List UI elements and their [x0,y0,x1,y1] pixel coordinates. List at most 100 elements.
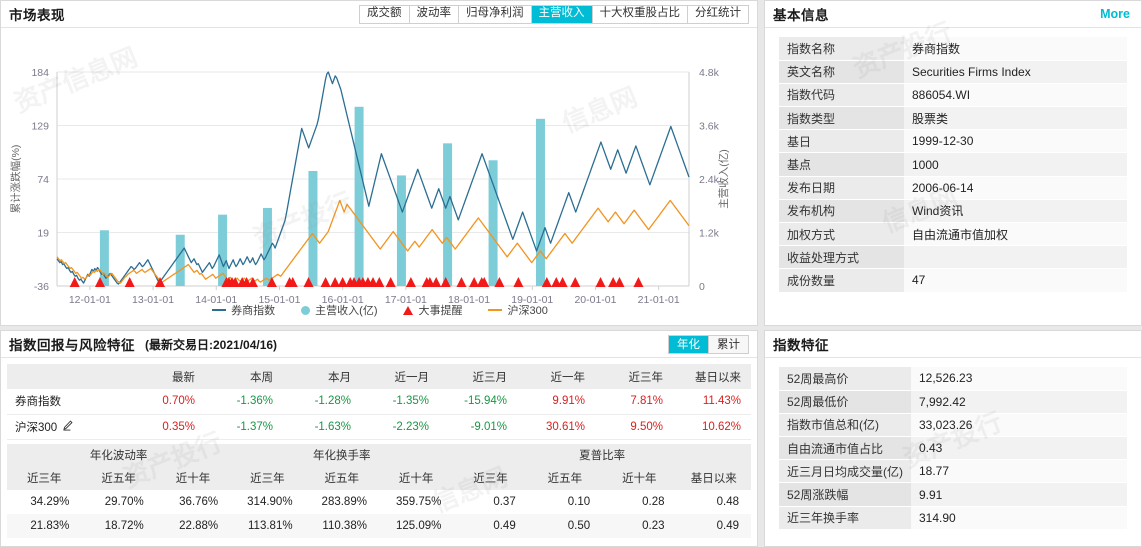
metrics-sub-header-1: 近五年 [81,467,155,490]
row-value: 33,023.26 [911,413,1127,436]
legend-item-1[interactable]: 主营收入(亿) [301,302,377,318]
metrics-sub-header-9: 基日以来 [677,467,751,490]
legend-label: 大事提醒 [418,302,462,318]
metrics-cell: 18.72% [81,514,155,538]
row-key: 基点 [779,153,904,176]
row-key: 近三年换手率 [779,506,911,529]
returns-row-name: 券商指数 [15,396,61,408]
tab-4[interactable]: 十大权重股占比 [593,6,689,23]
row-value: 1000 [904,153,1127,176]
metrics-sub-header-4: 近五年 [305,467,379,490]
annualized-cumulative-toggle[interactable]: 年化累计 [668,335,749,354]
legend-item-0[interactable]: 券商指数 [212,302,275,318]
row-value: 券商指数 [904,37,1127,60]
row-key: 英文名称 [779,60,904,83]
tab-2[interactable]: 归母净利润 [459,6,532,23]
metrics-table-wrap: 年化波动率年化换手率夏普比率 近三年近五年近十年近三年近五年近十年近三年近五年近… [1,440,757,538]
row-value: 18.77 [911,460,1127,483]
table-row: 52周涨跌幅9.91 [779,483,1127,506]
basic-info-panel: 基本信息 More 指数名称券商指数英文名称Securities Firms I… [764,0,1142,326]
basic-info-body: 指数名称券商指数英文名称Securities Firms Index指数代码88… [765,28,1141,293]
legend-triangle-icon [403,306,413,315]
row-key: 指数名称 [779,37,904,60]
returns-cell: 10.62% [673,414,751,439]
market-tab-bar[interactable]: 成交额波动率归母净利润主营收入十大权重股占比分红统计 [359,5,749,24]
metrics-cell: 36.76% [156,490,230,514]
legend-dot-icon [301,306,310,315]
table-row: 52周最低价7,992.42 [779,390,1127,413]
market-performance-panel: 市场表现 成交额波动率归母净利润主营收入十大权重股占比分红统计 -3619741… [0,0,758,326]
metrics-cell: 0.23 [602,514,676,538]
returns-col-header-4: 近一月 [361,364,439,389]
row-key: 成份数量 [779,269,904,292]
pencil-icon[interactable] [62,422,73,434]
row-key: 52周涨跌幅 [779,483,911,506]
table-row: 加权方式自由流通市值加权 [779,223,1127,246]
returns-cell: 9.91% [517,389,595,414]
row-value: 9.91 [911,483,1127,506]
characteristics-header: 指数特征 [765,331,1141,358]
metrics-cell: 0.10 [528,490,602,514]
dashboard-root: 市场表现 成交额波动率归母净利润主营收入十大权重股占比分红统计 -3619741… [0,0,1142,547]
characteristics-body: 52周最高价12,526.2352周最低价7,992.42指数市值总和(亿)33… [765,358,1141,530]
row-key: 52周最高价 [779,367,911,390]
tab-1[interactable]: 波动率 [410,6,460,23]
tab-5[interactable]: 分红统计 [688,6,748,23]
metrics-cell: 0.28 [602,490,676,514]
legend-label: 沪深300 [507,302,547,318]
tab-0[interactable]: 成交额 [360,6,410,23]
returns-row-name: 沪深300 [15,422,57,434]
returns-col-header-7: 近三年 [595,364,673,389]
svg-text:主营收入(亿): 主营收入(亿) [717,149,730,209]
tab-3[interactable]: 主营收入 [532,6,593,23]
metrics-cell: 125.09% [379,514,453,538]
svg-text:129: 129 [31,121,49,133]
row-key: 52周最低价 [779,390,911,413]
metrics-cell: 21.83% [7,514,81,538]
svg-text:3.6k: 3.6k [699,121,720,133]
market-chart[interactable]: -36197412918401.2k2.4k3.6k4.8k累计涨跌幅(%)主营… [1,28,758,326]
row-value [904,246,1127,269]
returns-cell: -1.37% [205,414,283,439]
metrics-sub-header-6: 近三年 [453,467,527,490]
metrics-sub-header-0: 近三年 [7,467,81,490]
row-key: 收益处理方式 [779,246,904,269]
basic-info-header: 基本信息 More [765,1,1141,28]
metrics-cell: 113.81% [230,514,304,538]
metrics-cell: 22.88% [156,514,230,538]
row-key: 指数代码 [779,83,904,106]
table-row: 成份数量47 [779,269,1127,292]
basic-info-title: 基本信息 [773,4,829,24]
metrics-cell: 314.90% [230,490,304,514]
returns-cell: -9.01% [439,414,517,439]
table-row: 英文名称Securities Firms Index [779,60,1127,83]
metrics-sub-header-2: 近十年 [156,467,230,490]
returns-cell: 0.70% [127,389,205,414]
returns-col-header-6: 近一年 [517,364,595,389]
row-value: 886054.WI [904,83,1127,106]
legend-item-2[interactable]: 大事提醒 [403,302,462,318]
toggle-option-0[interactable]: 年化 [669,336,709,353]
more-link[interactable]: More [1100,7,1133,21]
svg-text:0: 0 [699,281,705,293]
metrics-sub-header-3: 近三年 [230,467,304,490]
row-key: 基日 [779,130,904,153]
metrics-cell: 283.89% [305,490,379,514]
metrics-sub-header-8: 近十年 [602,467,676,490]
metrics-group-header-0: 年化波动率 [7,444,230,467]
row-value: Wind资讯 [904,199,1127,222]
returns-col-header-1: 最新 [127,364,205,389]
row-value: 12,526.23 [911,367,1127,390]
row-value: 1999-12-30 [904,130,1127,153]
row-key: 指数市值总和(亿) [779,413,911,436]
table-row: 基点1000 [779,153,1127,176]
metrics-sub-header-7: 近五年 [528,467,602,490]
row-key: 指数类型 [779,107,904,130]
metrics-cell: 34.29% [7,490,81,514]
metrics-cell: 29.70% [81,490,155,514]
toggle-option-1[interactable]: 累计 [709,336,748,353]
legend-label: 券商指数 [231,302,275,318]
returns-cell: -1.36% [205,389,283,414]
legend-item-3[interactable]: 沪深300 [488,302,547,318]
returns-col-header-0 [7,364,127,389]
